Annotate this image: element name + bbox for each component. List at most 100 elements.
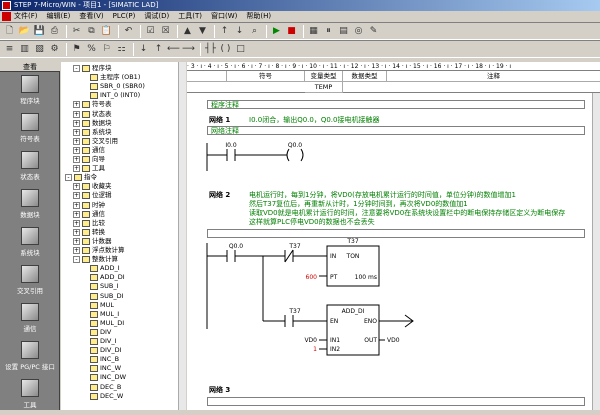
editor-scrollbar[interactable]	[592, 93, 600, 410]
stop-icon[interactable]: ■	[285, 25, 298, 38]
zoom-icon[interactable]: ⌕	[248, 25, 261, 38]
paste-icon[interactable]: 📋	[100, 25, 113, 38]
options-icon[interactable]: ⚙	[48, 43, 61, 56]
expand-icon[interactable]: +	[73, 247, 80, 254]
stl-editor-icon[interactable]: ▥	[18, 43, 31, 56]
cut-icon[interactable]: ✂	[70, 25, 83, 38]
tree-node[interactable]: - 程序块	[73, 64, 112, 73]
nav-item[interactable]: 交叉引用	[0, 263, 60, 301]
pause-icon[interactable]: ⏸	[322, 25, 335, 38]
nav-item[interactable]: 符号表	[0, 111, 60, 149]
menu-item[interactable]: PLC(P)	[113, 11, 136, 22]
tree-node[interactable]: + 工具	[73, 164, 105, 173]
tree-node[interactable]: + 通信	[73, 210, 105, 219]
expand-icon[interactable]: +	[73, 137, 80, 145]
tree-node[interactable]: + 转换	[73, 228, 105, 237]
expand-icon[interactable]: +	[73, 219, 80, 227]
expand-icon[interactable]: +	[73, 110, 80, 118]
prev-bookmark-icon[interactable]: %	[85, 43, 98, 56]
tree-node[interactable]: + 通信	[73, 146, 105, 155]
expand-icon[interactable]: +	[73, 156, 80, 163]
tree-node[interactable]: ADD_DI	[81, 273, 125, 282]
tree-node[interactable]: - 指令	[65, 173, 97, 182]
tree-node[interactable]: + 状态表	[73, 110, 112, 119]
compile-all-icon[interactable]: ☒	[159, 25, 172, 38]
expand-icon[interactable]: -	[73, 65, 80, 72]
tree-node[interactable]: + 符号表	[73, 100, 112, 109]
lad-editor-icon[interactable]: ≡	[3, 43, 16, 56]
tree-node[interactable]: + 比较	[73, 219, 105, 228]
sort-asc-icon[interactable]: ↑	[218, 25, 231, 38]
nav-item[interactable]: 设置 PG/PC 接口	[0, 339, 60, 377]
vt-row-type[interactable]: TEMP	[305, 82, 343, 93]
tree-node[interactable]: + 系统块	[73, 128, 112, 137]
tree-node[interactable]: DIV	[81, 328, 111, 337]
tree-node[interactable]: + 计数器	[73, 237, 112, 246]
expand-icon[interactable]: +	[73, 210, 80, 218]
nav-item[interactable]: 系统块	[0, 225, 60, 263]
coil-icon[interactable]: ( )	[219, 43, 232, 56]
expand-icon[interactable]: +	[73, 101, 80, 109]
expand-icon[interactable]: +	[73, 183, 80, 191]
tree-node[interactable]: + 浮点数计算	[73, 246, 125, 255]
expand-icon[interactable]: +	[73, 201, 80, 209]
box-icon[interactable]: □	[234, 43, 247, 56]
line-up-icon[interactable]: ↑	[152, 43, 165, 56]
expand-icon[interactable]: +	[73, 146, 80, 154]
tree-node[interactable]: DIV_I	[81, 337, 117, 346]
run-icon[interactable]: ▶	[270, 25, 283, 38]
tree-scrollbar[interactable]	[178, 62, 186, 410]
expand-icon[interactable]: +	[73, 119, 80, 127]
expand-icon[interactable]: -	[65, 174, 72, 182]
expand-icon[interactable]: -	[73, 256, 80, 264]
save-icon[interactable]: 💾	[33, 25, 46, 38]
line-right-icon[interactable]: ⟶	[182, 43, 195, 56]
compile-icon[interactable]: ☑	[144, 25, 157, 38]
print-icon[interactable]: ⎙	[48, 25, 61, 38]
tree-node[interactable]: INC_B	[81, 355, 119, 364]
nav-item[interactable]: 通信	[0, 301, 60, 339]
line-left-icon[interactable]: ⟵	[167, 43, 180, 56]
tree-node[interactable]: + 位逻辑	[73, 191, 112, 200]
tree-node[interactable]: MUL_DI	[81, 319, 124, 328]
tree-node[interactable]: DEC_W	[81, 392, 123, 401]
sort-desc-icon[interactable]: ↓	[233, 25, 246, 38]
menu-item[interactable]: 窗口(W)	[211, 11, 237, 22]
fbd-editor-icon[interactable]: ▧	[33, 43, 46, 56]
contact-icon[interactable]: ┤├	[204, 43, 217, 56]
bookmark-icon[interactable]: ⚑	[70, 43, 83, 56]
expand-icon[interactable]: +	[73, 237, 80, 245]
write-all-icon[interactable]: ✎	[367, 25, 380, 38]
menu-item[interactable]: 查看(V)	[79, 11, 103, 22]
menu-item[interactable]: 调试(D)	[144, 11, 169, 22]
copy-icon[interactable]: ⧉	[85, 25, 98, 38]
menu-item[interactable]: 编辑(E)	[47, 11, 71, 22]
tree-node[interactable]: INT_0 (INT0)	[81, 91, 140, 100]
menu-item[interactable]: 工具(T)	[178, 11, 202, 22]
tree-node[interactable]: + 向导	[73, 155, 105, 164]
tree-node[interactable]: INC_DW	[81, 373, 126, 382]
tree-node[interactable]: + 交叉引用	[73, 137, 118, 146]
tree-node[interactable]: ADD_I	[81, 264, 120, 273]
tree-node[interactable]: + 时钟	[73, 201, 105, 210]
expand-icon[interactable]: +	[73, 192, 80, 200]
download-icon[interactable]: ▼	[196, 25, 209, 38]
undo-icon[interactable]: ↶	[122, 25, 135, 38]
expand-icon[interactable]: +	[73, 128, 80, 136]
upload-icon[interactable]: ▲	[181, 25, 194, 38]
tree-node[interactable]: DEC_B	[81, 383, 121, 392]
program-status-icon[interactable]: ▦	[307, 25, 320, 38]
nav-item[interactable]: 程序块	[0, 73, 60, 111]
line-down-icon[interactable]: ↓	[137, 43, 150, 56]
nav-item[interactable]: 状态表	[0, 149, 60, 187]
tree-node[interactable]: - 整数计算	[73, 255, 118, 264]
tree-node[interactable]: DIV_DI	[81, 346, 122, 355]
menu-item[interactable]: 文件(F)	[14, 11, 38, 22]
tree-node[interactable]: INC_W	[81, 364, 121, 373]
tree-node[interactable]: 主程序 (OB1)	[81, 73, 140, 82]
chart-status-icon[interactable]: ▤	[337, 25, 350, 38]
tree-node[interactable]: MUL_I	[81, 310, 119, 319]
nav-item[interactable]: 工具	[0, 377, 60, 415]
tree-node[interactable]: SBR_0 (SBR0)	[81, 82, 145, 91]
tree-node[interactable]: SUB_I	[81, 282, 119, 291]
